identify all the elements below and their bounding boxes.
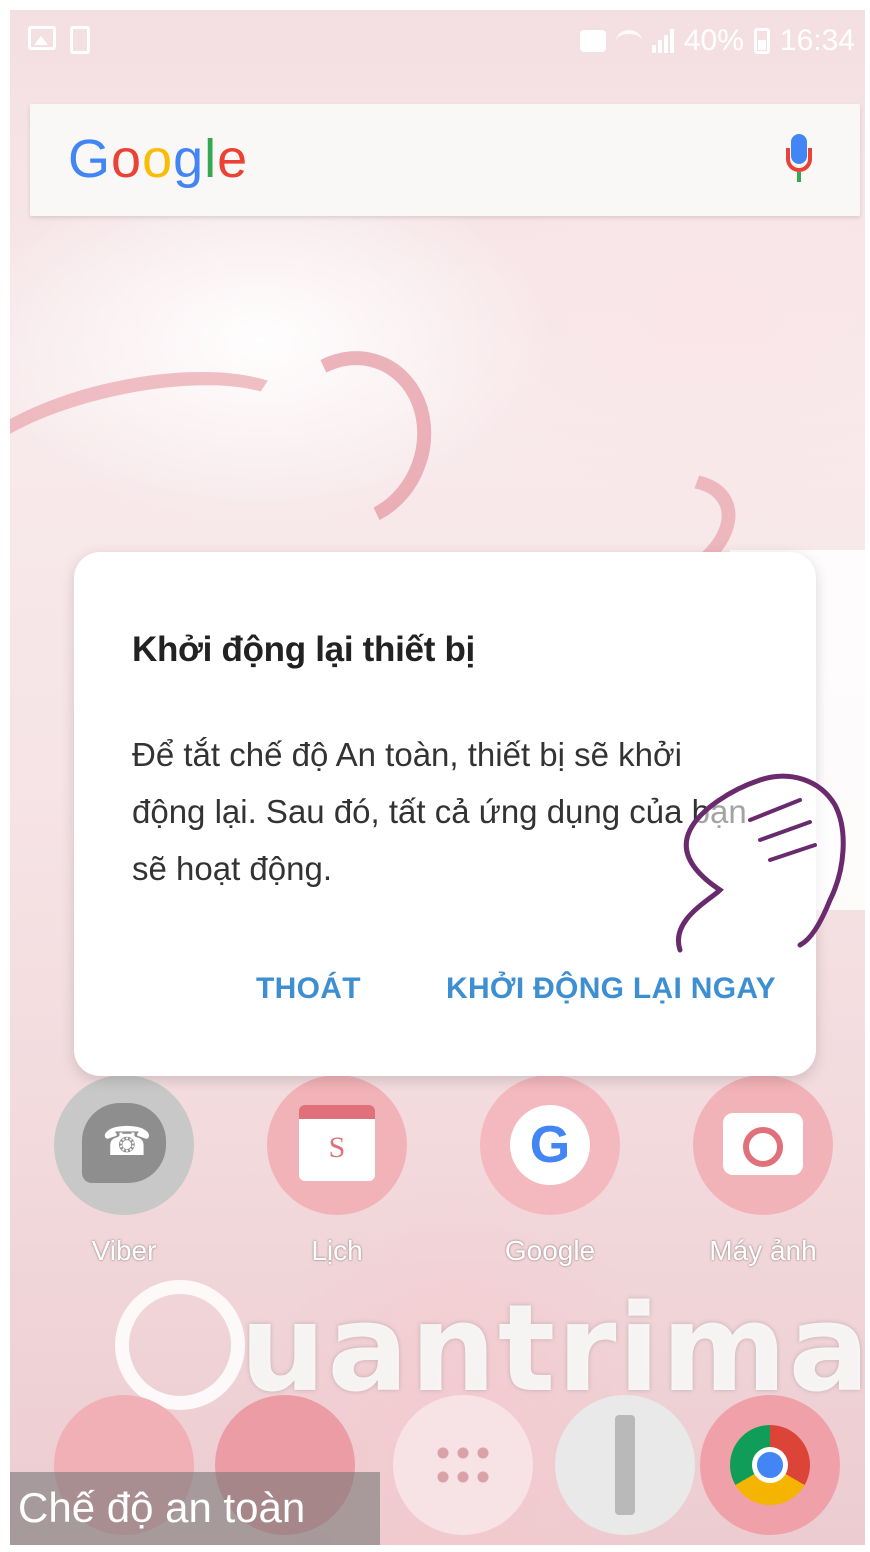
dialog-title: Khởi động lại thiết bị: [132, 630, 475, 669]
phone-icon: ☎: [102, 1120, 152, 1164]
google-icon: G: [529, 1116, 571, 1174]
status-bar: 40% 16:34: [10, 10, 865, 74]
ribbon-decoration: [244, 328, 456, 552]
device-notification-icon: [70, 26, 90, 54]
app-camera[interactable]: [693, 1075, 833, 1215]
calendar-icon: S: [328, 1131, 346, 1164]
battery-icon: [753, 28, 770, 54]
safe-mode-label: Chế độ an toàn: [10, 1472, 380, 1545]
microphone-icon[interactable]: [786, 134, 812, 186]
dock-chrome[interactable]: [700, 1395, 840, 1535]
pointing-hand-icon: [675, 773, 846, 953]
app-label-camera: Máy ảnh: [709, 1235, 817, 1266]
app-label-viber: Viber: [91, 1235, 157, 1266]
google-search-bar[interactable]: Google: [30, 104, 860, 216]
app-label-calendar: Lịch: [311, 1235, 363, 1266]
apps-grid-icon: [433, 1441, 493, 1489]
app-google[interactable]: G: [480, 1075, 620, 1215]
google-logo: Google: [68, 129, 249, 189]
exit-button[interactable]: THOÁT: [256, 972, 361, 1006]
restart-now-button[interactable]: KHỞI ĐỘNG LẠI NGAY: [446, 972, 776, 1006]
app-label-google: Google: [504, 1235, 596, 1266]
watermark-logo: [115, 1280, 245, 1410]
dock-apps-drawer[interactable]: [393, 1395, 533, 1535]
signal-icon: [651, 29, 674, 53]
app-calendar[interactable]: S: [267, 1075, 407, 1215]
dock-app[interactable]: [555, 1395, 695, 1535]
wifi-icon: [615, 30, 642, 52]
battery-percent: 40%: [683, 24, 744, 57]
camera-status-icon: [579, 30, 606, 52]
home-screen: 40% 16:34 Google ☎ Viber S Lịch G Google…: [10, 10, 865, 1545]
gallery-notification-icon: [28, 26, 56, 50]
app-viber[interactable]: ☎: [54, 1075, 194, 1215]
camera-icon: [743, 1127, 783, 1167]
clock: 16:34: [779, 24, 855, 57]
